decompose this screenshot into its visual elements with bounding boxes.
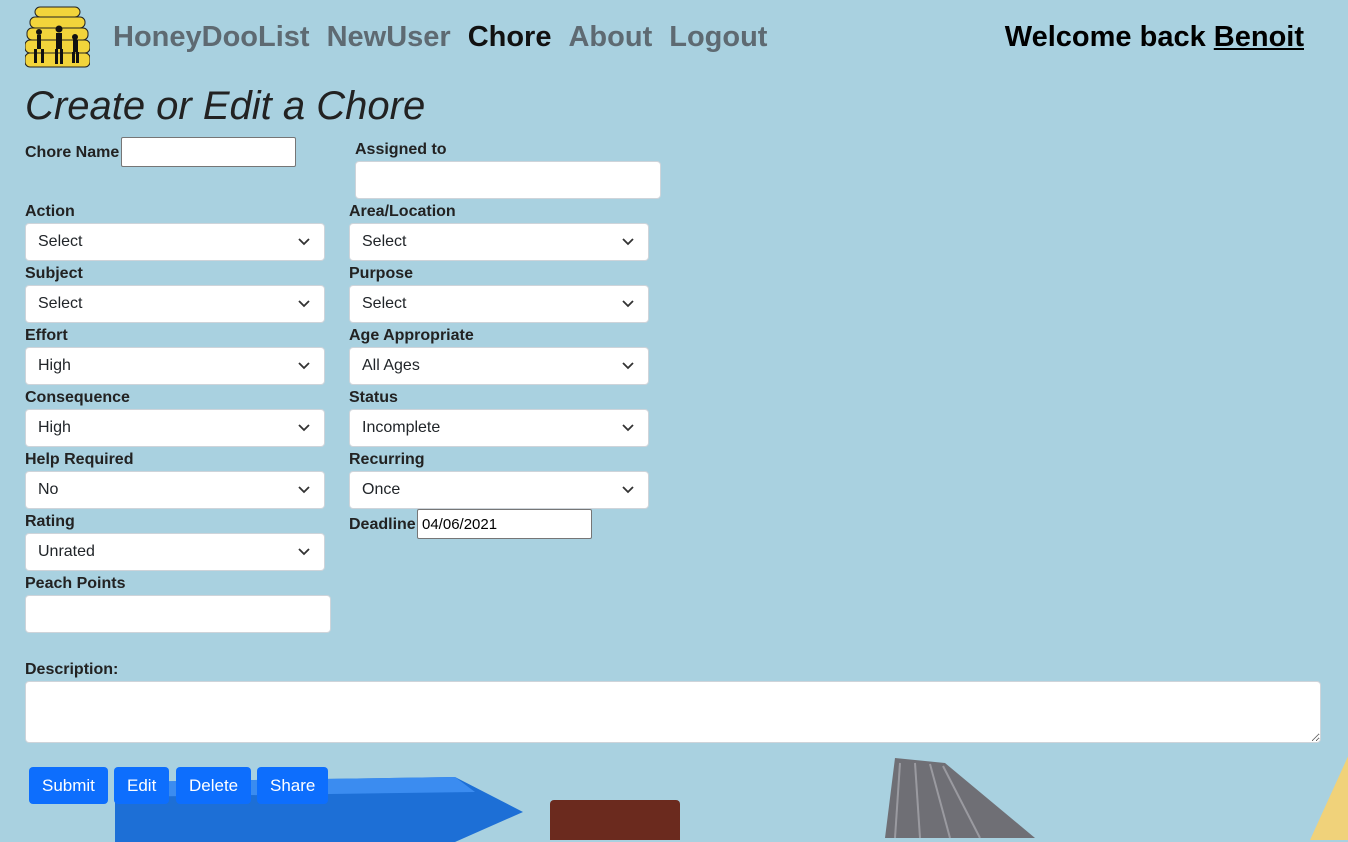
assigned-to-label: Assigned to (355, 141, 447, 158)
deadline-date-input[interactable] (417, 509, 592, 539)
chevron-down-icon (298, 424, 310, 432)
chevron-down-icon (622, 238, 634, 246)
username-link[interactable]: Benoit (1214, 21, 1304, 53)
share-button[interactable]: Share (257, 767, 329, 804)
consequence-select-value: High (38, 419, 71, 436)
action-select-value: Select (38, 233, 83, 250)
action-label: Action (25, 203, 75, 220)
submit-button[interactable]: Submit (29, 767, 108, 804)
consequence-select[interactable]: High (25, 409, 325, 447)
welcome-prefix: Welcome back (1004, 21, 1206, 53)
purpose-label: Purpose (349, 265, 414, 282)
delete-button[interactable]: Delete (176, 767, 252, 804)
page-title: Create or Edit a Chore (25, 84, 426, 128)
age-appropriate-select[interactable]: All Ages (349, 347, 649, 385)
peach-points-input[interactable] (25, 595, 331, 633)
recurring-select[interactable]: Once (349, 471, 649, 509)
age-appropriate-label: Age Appropriate (349, 327, 474, 344)
beehive-logo-icon[interactable] (25, 5, 90, 68)
assigned-to-input[interactable] (355, 161, 661, 199)
edit-button[interactable]: Edit (114, 767, 170, 804)
area-location-select[interactable]: Select (349, 223, 649, 261)
corner-decoration (1310, 756, 1348, 840)
description-label: Description: (25, 661, 119, 678)
subject-select-value: Select (38, 295, 83, 312)
help-required-select[interactable]: No (25, 471, 325, 509)
recurring-select-value: Once (362, 481, 401, 498)
consequence-label: Consequence (25, 389, 130, 406)
chevron-down-icon (622, 486, 634, 494)
help-required-label: Help Required (25, 451, 134, 468)
rating-select-value: Unrated (38, 543, 95, 560)
purpose-select[interactable]: Select (349, 285, 649, 323)
peach-points-label: Peach Points (25, 575, 126, 592)
welcome-message: Welcome back Benoit (1005, 17, 1304, 57)
nav-link-logout[interactable]: Logout (669, 17, 767, 57)
chevron-down-icon (298, 362, 310, 370)
help-required-select-value: No (38, 481, 59, 498)
area-location-label: Area/Location (349, 203, 456, 220)
nav-link-about[interactable]: About (568, 17, 652, 57)
nav-link-newuser[interactable]: NewUser (327, 17, 451, 57)
subject-select[interactable]: Select (25, 285, 325, 323)
chevron-down-icon (622, 300, 634, 308)
chevron-down-icon (298, 238, 310, 246)
status-select-value: Incomplete (362, 419, 441, 436)
recurring-label: Recurring (349, 451, 425, 468)
age-appropriate-select-value: All Ages (362, 357, 420, 374)
rating-label: Rating (25, 513, 75, 530)
effort-select-value: High (38, 357, 71, 374)
effort-label: Effort (25, 327, 68, 344)
chevron-down-icon (298, 486, 310, 494)
rating-select[interactable]: Unrated (25, 533, 325, 571)
action-select[interactable]: Select (25, 223, 325, 261)
chore-name-input[interactable] (121, 137, 296, 167)
effort-select[interactable]: High (25, 347, 325, 385)
subject-label: Subject (25, 265, 83, 282)
chore-name-label: Chore Name (25, 144, 120, 161)
block-decoration (550, 800, 680, 840)
nav-link-chore[interactable]: Chore (468, 17, 552, 57)
status-select[interactable]: Incomplete (349, 409, 649, 447)
chevron-down-icon (298, 300, 310, 308)
status-label: Status (349, 389, 398, 406)
deadline-label: Deadline (349, 516, 416, 533)
broom-decoration (885, 758, 1035, 838)
nav-link-honeydoolist[interactable]: HoneyDooList (113, 17, 310, 57)
main-navigation: HoneyDooList NewUser Chore About Logout (113, 17, 767, 57)
chevron-down-icon (622, 424, 634, 432)
chevron-down-icon (622, 362, 634, 370)
purpose-select-value: Select (362, 295, 407, 312)
area-location-select-value: Select (362, 233, 407, 250)
chevron-down-icon (298, 548, 310, 556)
description-textarea[interactable] (25, 681, 1321, 743)
